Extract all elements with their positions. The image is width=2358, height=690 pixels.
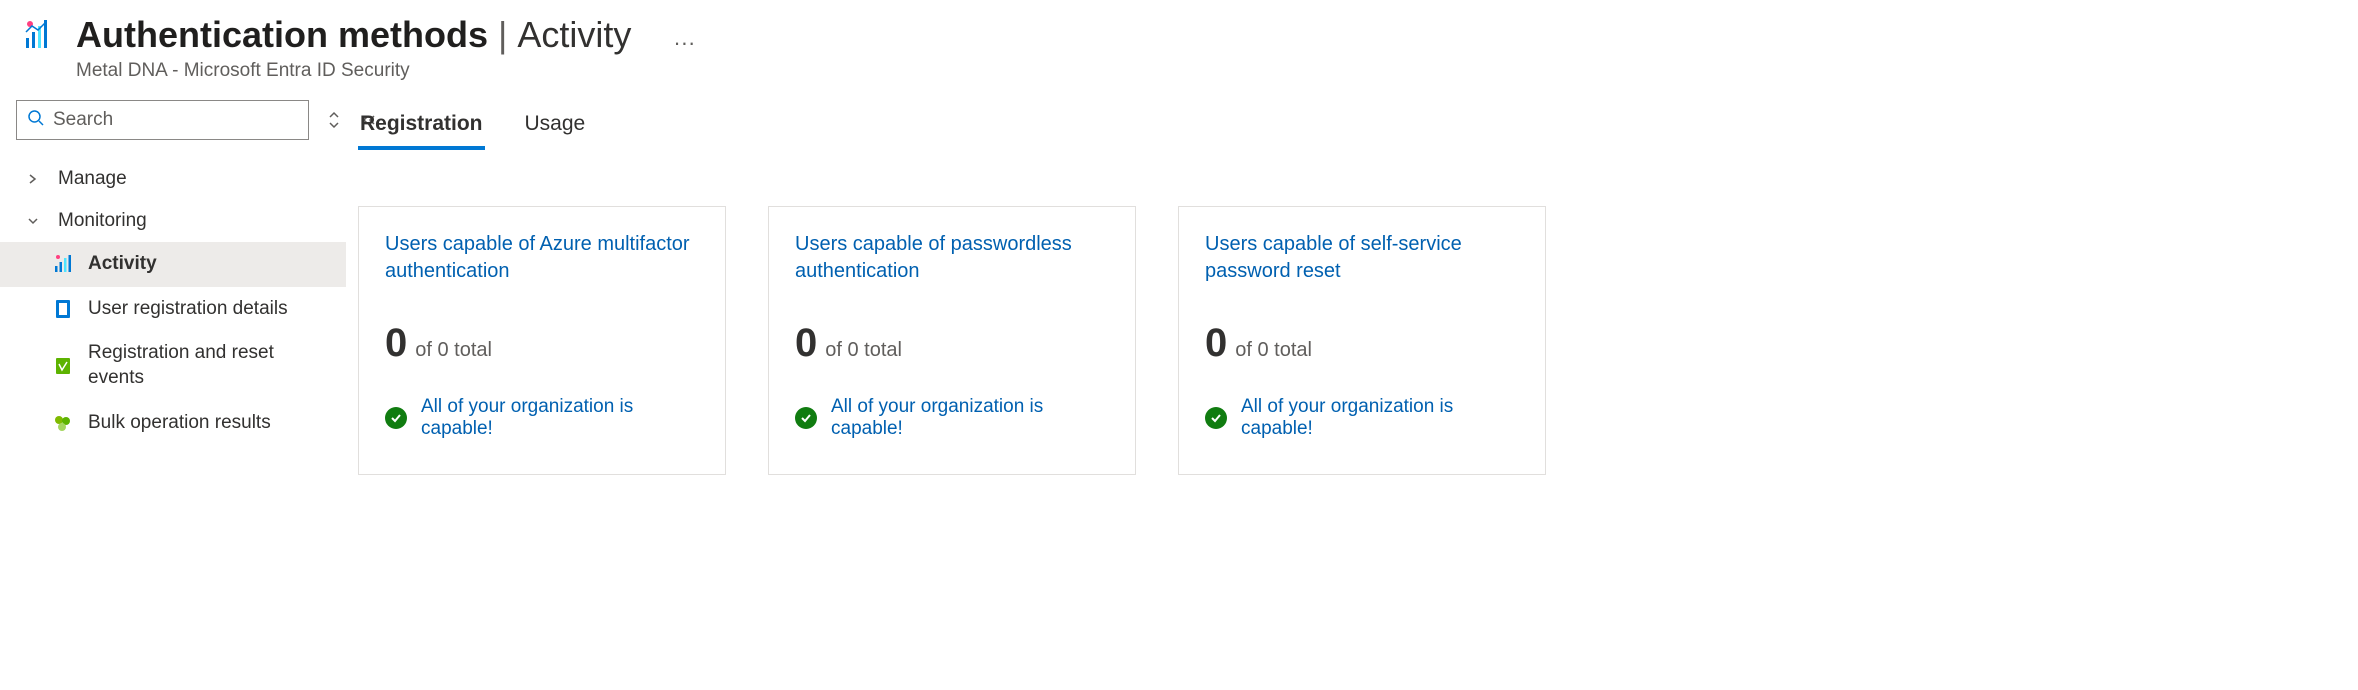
sidebar-group-label: Manage (58, 168, 127, 190)
success-check-icon (385, 407, 407, 429)
card-stat: 0 of 0 total (1205, 321, 1519, 366)
card-title-link[interactable]: Users capable of passwordless authentica… (795, 231, 1109, 285)
stat-count: 0 (795, 321, 817, 366)
card-stat: 0 of 0 total (795, 321, 1109, 366)
search-box[interactable] (16, 100, 309, 140)
success-check-icon (795, 407, 817, 429)
sidebar-item-label: Registration and reset events (88, 341, 298, 390)
page-header: Authentication methods | Activity Metal … (0, 0, 2358, 100)
sidebar-item-label: Bulk operation results (88, 411, 271, 436)
card-stat: 0 of 0 total (385, 321, 699, 366)
sidebar-group-manage[interactable]: Manage (16, 158, 346, 200)
activity-icon (52, 254, 74, 274)
bulk-icon (52, 413, 74, 433)
card-mfa-capable: Users capable of Azure multifactor authe… (358, 206, 726, 475)
search-input[interactable] (53, 109, 298, 131)
stat-count: 0 (1205, 321, 1227, 366)
success-check-icon (1205, 407, 1227, 429)
document-icon (52, 299, 74, 319)
tab-bar: Registration Usage (358, 104, 2358, 154)
card-status: All of your organization is capable! (1205, 396, 1519, 440)
chevron-right-icon (24, 173, 42, 185)
search-icon (27, 109, 45, 132)
page-title: Authentication methods | Activity (76, 14, 631, 56)
status-message[interactable]: All of your organization is capable! (831, 396, 1109, 440)
sidebar-item-label: Activity (88, 252, 157, 277)
tab-registration[interactable]: Registration (358, 104, 485, 150)
sidebar-item-user-registration[interactable]: User registration details (16, 287, 346, 332)
tab-usage[interactable]: Usage (523, 104, 588, 150)
events-icon (52, 356, 74, 376)
more-actions-button[interactable]: ··· (673, 14, 695, 56)
expand-collapse-button[interactable] (327, 111, 341, 129)
card-title-link[interactable]: Users capable of Azure multifactor authe… (385, 231, 699, 285)
stat-total: of 0 total (1235, 339, 1312, 362)
sidebar-group-monitoring[interactable]: Monitoring (16, 200, 346, 242)
main-content: Registration Usage Users capable of Azur… (346, 100, 2358, 475)
title-main: Authentication methods (76, 14, 488, 56)
title-bar: | (498, 14, 507, 56)
sidebar-item-label: User registration details (88, 297, 288, 322)
sidebar-item-bulk-results[interactable]: Bulk operation results (16, 401, 346, 446)
stat-count: 0 (385, 321, 407, 366)
stat-total: of 0 total (825, 339, 902, 362)
sidebar-item-reg-reset-events[interactable]: Registration and reset events (16, 331, 346, 400)
status-message[interactable]: All of your organization is capable! (1241, 396, 1519, 440)
chevron-down-icon (24, 215, 42, 227)
auth-methods-icon (22, 18, 58, 59)
card-sspr-capable: Users capable of self-service password r… (1178, 206, 1546, 475)
card-status: All of your organization is capable! (795, 396, 1109, 440)
sidebar-group-label: Monitoring (58, 210, 147, 232)
card-passwordless-capable: Users capable of passwordless authentica… (768, 206, 1136, 475)
breadcrumb: Metal DNA - Microsoft Entra ID Security (76, 60, 631, 82)
sidebar: Manage Monitoring (0, 100, 346, 475)
status-message[interactable]: All of your organization is capable! (421, 396, 699, 440)
title-section: Activity (517, 14, 631, 56)
stat-total: of 0 total (415, 339, 492, 362)
card-status: All of your organization is capable! (385, 396, 699, 440)
sidebar-item-activity[interactable]: Activity (0, 242, 346, 287)
card-title-link[interactable]: Users capable of self-service password r… (1205, 231, 1519, 285)
